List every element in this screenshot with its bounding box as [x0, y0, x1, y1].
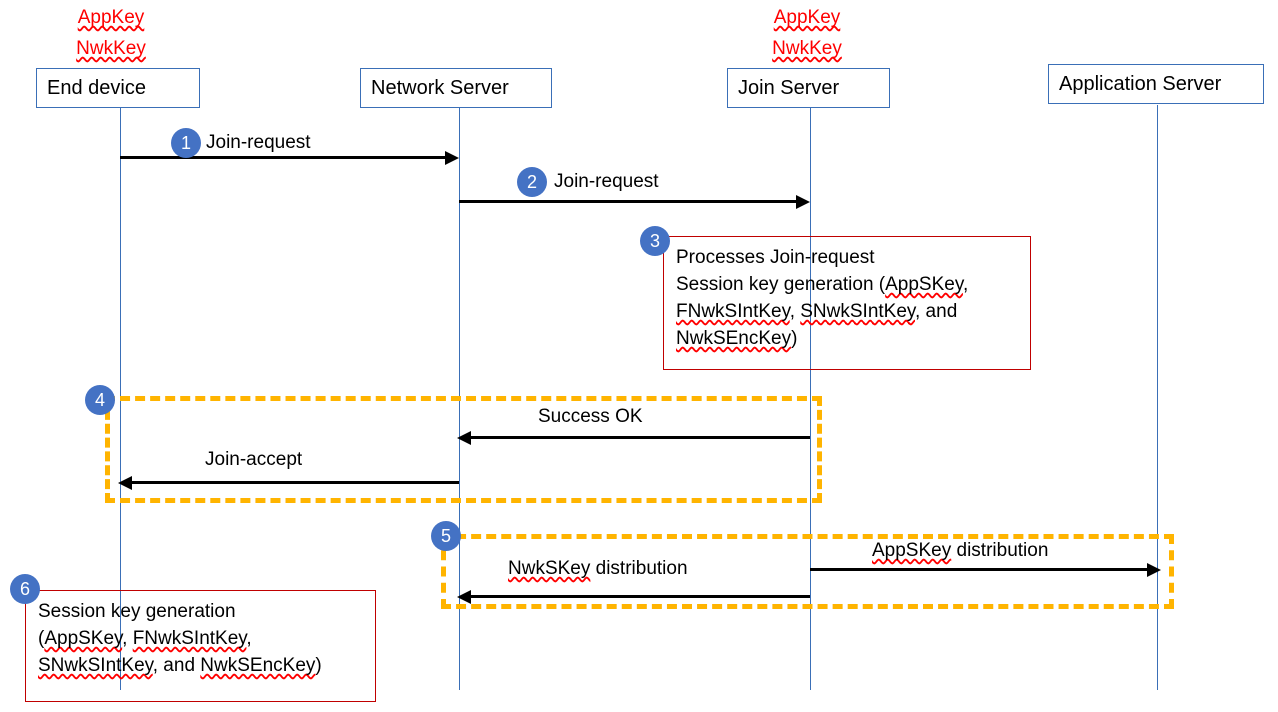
- actor-application-server[interactable]: Application Server: [1048, 64, 1264, 104]
- note-box-step-3: Processes Join-request Session key gener…: [663, 236, 1031, 370]
- actor-join-server[interactable]: Join Server: [727, 68, 890, 108]
- join-server-nwkkey-label: NwkKey: [772, 38, 842, 59]
- note-3-line-1: Processes Join-request: [676, 247, 875, 268]
- join-server-appkey-label: AppKey: [773, 7, 841, 28]
- actor-join-server-label: Join Server: [738, 77, 840, 99]
- step-badge-6: 6: [10, 574, 40, 604]
- arrowhead-right-icon-2: [796, 194, 810, 209]
- note-3-line-2: Session key generation (AppSKey,: [676, 273, 969, 295]
- step-badge-1: 1: [171, 128, 201, 158]
- group-frame-step-4: [105, 396, 822, 503]
- message-label-2: Join-request: [554, 171, 659, 192]
- actor-network-server-label: Network Server: [371, 77, 509, 99]
- sequence-diagram-canvas: AppKey NwkKey AppKey NwkKey End device N…: [0, 0, 1278, 712]
- end-device-appkey-label: AppKey: [77, 7, 145, 28]
- arrowhead-right-icon-1: [445, 150, 459, 165]
- step-badge-4: 4: [85, 385, 115, 415]
- end-device-nwkkey-label: NwkKey: [76, 38, 146, 59]
- step-badge-5: 5: [431, 521, 461, 551]
- group-frame-step-5: [441, 534, 1174, 609]
- actor-end-device-label: End device: [47, 77, 146, 99]
- message-label-1: Join-request: [206, 132, 311, 153]
- note-6-line-2: (AppSKey, FNwkSIntKey,: [38, 627, 252, 649]
- message-line-1: [120, 156, 445, 159]
- step-badge-2: 2: [517, 167, 547, 197]
- note-6-line-3: SNwkSIntKey, and NwkSEncKey): [38, 654, 322, 676]
- note-3-line-4: NwkSEncKey): [676, 327, 798, 349]
- message-line-2: [459, 200, 796, 203]
- step-badge-3: 3: [640, 226, 670, 256]
- note-box-step-6: Session key generation (AppSKey, FNwkSIn…: [25, 590, 376, 702]
- actor-network-server[interactable]: Network Server: [360, 68, 552, 108]
- actor-application-server-label: Application Server: [1059, 73, 1222, 95]
- note-3-line-3: FNwkSIntKey, SNwkSIntKey, and: [676, 300, 958, 322]
- note-6-line-1: Session key generation: [38, 601, 236, 622]
- actor-end-device[interactable]: End device: [36, 68, 200, 108]
